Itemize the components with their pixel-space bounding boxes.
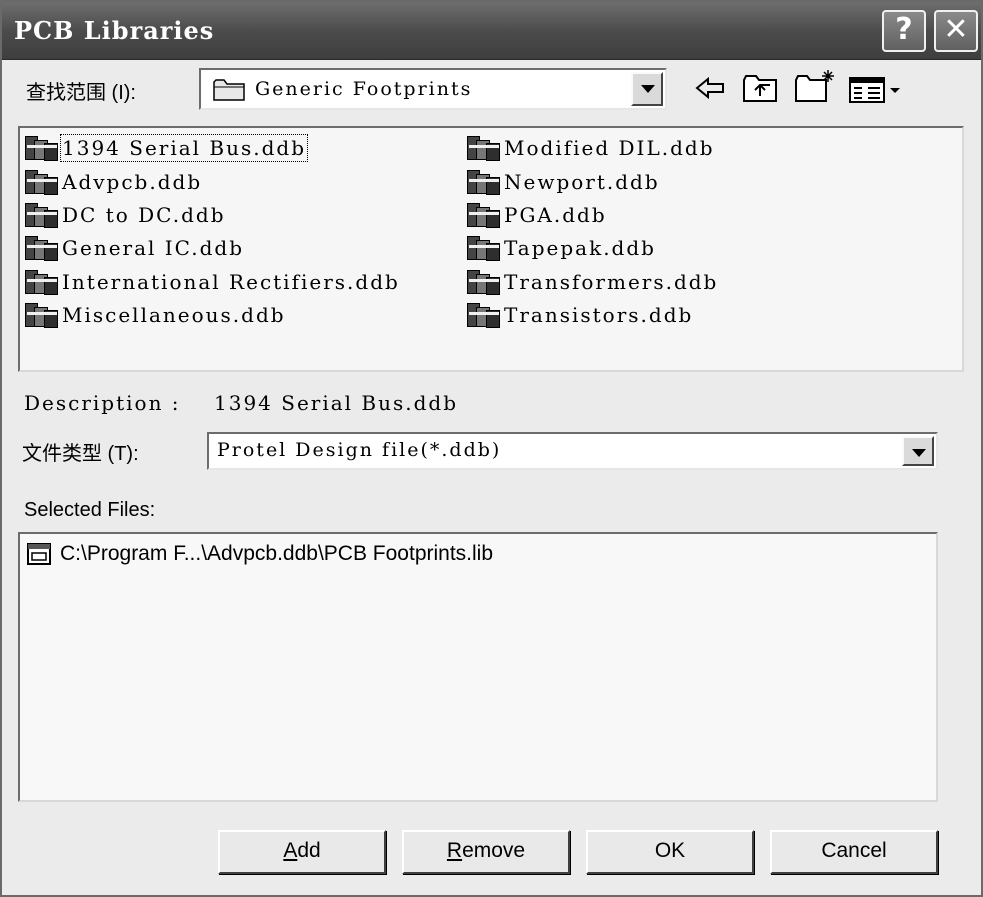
look-in-dropdown[interactable]: Generic Footprints bbox=[199, 68, 667, 110]
list-item[interactable]: 1394 Serial Bus.ddb bbox=[22, 133, 309, 163]
selected-files-label: Selected Files: bbox=[24, 499, 156, 521]
title-bar: PCB Libraries ? ✕ bbox=[2, 2, 981, 60]
description-label: Description : bbox=[24, 391, 181, 415]
file-name: Newport.ddb bbox=[504, 170, 660, 194]
new-folder-icon[interactable] bbox=[794, 68, 836, 109]
list-item[interactable]: General IC.ddb bbox=[22, 233, 244, 263]
cancel-button-label: Cancel bbox=[821, 839, 887, 862]
description-value: 1394 Serial Bus.ddb bbox=[214, 391, 459, 415]
list-item[interactable]: PGA.ddb bbox=[464, 200, 607, 230]
database-icon bbox=[464, 233, 502, 263]
selected-files-list[interactable]: C:\Program F...\Advpcb.ddb\PCB Footprint… bbox=[18, 532, 938, 802]
cancel-button[interactable]: Cancel bbox=[770, 830, 938, 874]
database-icon bbox=[464, 200, 502, 230]
back-arrow-icon[interactable] bbox=[694, 74, 726, 107]
database-icon bbox=[22, 300, 60, 330]
file-name: Transformers.ddb bbox=[504, 270, 719, 294]
look-in-dropdown-arrow[interactable] bbox=[631, 72, 663, 106]
list-item[interactable]: Miscellaneous.ddb bbox=[22, 300, 286, 330]
file-name: Modified DIL.ddb bbox=[504, 136, 715, 160]
database-icon bbox=[464, 267, 502, 297]
pcb-libraries-dialog: PCB Libraries ? ✕ 查找范围 (I): Generic Foot… bbox=[0, 0, 983, 897]
database-icon bbox=[464, 167, 502, 197]
database-icon bbox=[22, 167, 60, 197]
list-item[interactable]: Modified DIL.ddb bbox=[464, 133, 715, 163]
file-name: Advpcb.ddb bbox=[62, 170, 203, 194]
database-icon bbox=[22, 233, 60, 263]
list-item[interactable]: DC to DC.ddb bbox=[22, 200, 226, 230]
add-button[interactable]: Add bbox=[218, 830, 386, 874]
database-icon bbox=[464, 133, 502, 163]
add-button-label: dd bbox=[297, 839, 321, 862]
file-type-label: 文件类型 (T): bbox=[22, 443, 139, 465]
view-menu-icon[interactable] bbox=[848, 76, 904, 109]
file-list[interactable]: 1394 Serial Bus.ddb Advpcb.ddb DC to DC.… bbox=[18, 126, 964, 372]
file-type-dropdown[interactable]: Protel Design file(*.ddb) bbox=[207, 432, 938, 470]
file-name: DC to DC.ddb bbox=[62, 203, 226, 227]
file-name: Miscellaneous.ddb bbox=[62, 303, 286, 327]
remove-button[interactable]: Remove bbox=[402, 830, 570, 874]
database-icon bbox=[22, 267, 60, 297]
list-item[interactable]: Advpcb.ddb bbox=[22, 167, 202, 197]
close-icon: ✕ bbox=[943, 12, 969, 47]
database-icon bbox=[22, 133, 60, 163]
list-item[interactable]: International Rectifiers.ddb bbox=[22, 267, 400, 297]
list-item[interactable]: Transistors.ddb bbox=[464, 300, 693, 330]
ok-button[interactable]: OK bbox=[586, 830, 754, 874]
database-icon bbox=[22, 200, 60, 230]
file-type-dropdown-arrow[interactable] bbox=[902, 436, 934, 466]
library-file-icon bbox=[26, 541, 54, 567]
file-name: International Rectifiers.ddb bbox=[62, 270, 400, 294]
file-name: 1394 Serial Bus.ddb bbox=[59, 134, 309, 162]
file-name: General IC.ddb bbox=[62, 236, 245, 260]
list-item[interactable]: C:\Program F...\Advpcb.ddb\PCB Footprint… bbox=[26, 540, 493, 568]
file-name: PGA.ddb bbox=[504, 203, 607, 227]
folder-icon bbox=[213, 79, 247, 101]
up-folder-icon[interactable] bbox=[742, 74, 780, 109]
look-in-label: 查找范围 (I): bbox=[26, 82, 136, 104]
database-icon bbox=[464, 300, 502, 330]
remove-button-mnemonic: R bbox=[446, 839, 463, 862]
close-button[interactable]: ✕ bbox=[934, 10, 978, 52]
help-icon: ? bbox=[895, 12, 913, 47]
selected-file-path: C:\Program F...\Advpcb.ddb\PCB Footprint… bbox=[60, 542, 494, 565]
file-name: Tapepak.ddb bbox=[504, 236, 656, 260]
list-item[interactable]: Newport.ddb bbox=[464, 167, 660, 197]
window-title: PCB Libraries bbox=[14, 16, 215, 45]
help-button[interactable]: ? bbox=[882, 10, 926, 52]
list-item[interactable]: Transformers.ddb bbox=[464, 267, 718, 297]
file-type-value: Protel Design file(*.ddb) bbox=[217, 439, 502, 461]
look-in-value: Generic Footprints bbox=[255, 78, 473, 100]
remove-button-label: emove bbox=[462, 839, 526, 862]
list-item[interactable]: Tapepak.ddb bbox=[464, 233, 656, 263]
add-button-mnemonic: A bbox=[283, 839, 298, 862]
file-name: Transistors.ddb bbox=[504, 303, 694, 327]
ok-button-label: OK bbox=[654, 839, 686, 862]
